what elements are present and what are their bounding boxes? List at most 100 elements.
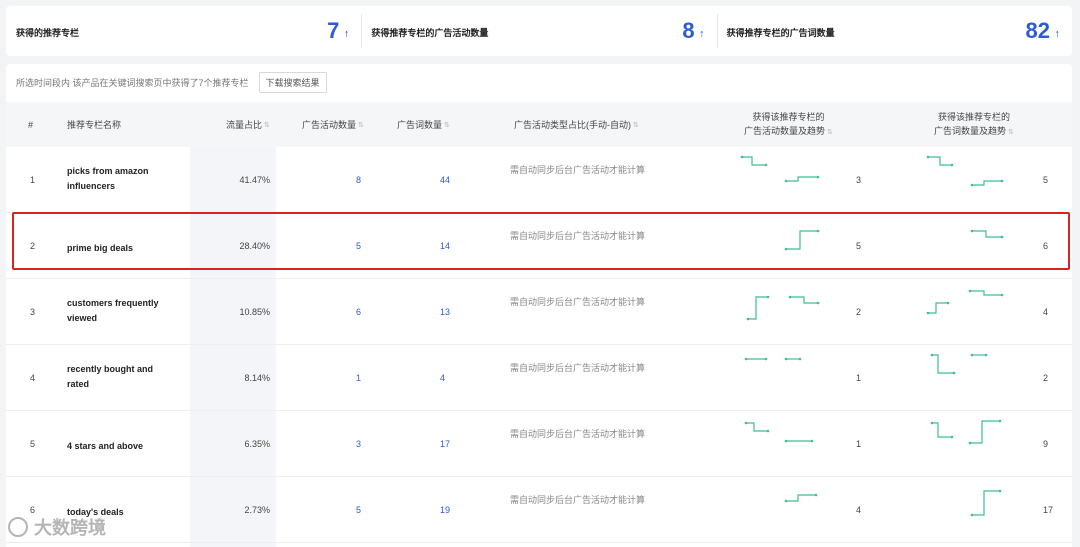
spark-point [784,499,788,503]
spark-point [950,435,954,439]
campaign-count-link[interactable]: 8 [356,175,361,185]
spark-line [786,494,816,502]
campaign-count-link[interactable]: 1 [356,373,361,383]
spark-point [816,301,820,305]
traffic-share: 10.85% [239,307,270,317]
spark-line [970,420,1000,444]
keyword-trend-sparkline [926,155,1004,187]
keyword-trend-sparkline [970,489,1002,517]
stat-value: 7 [327,18,340,43]
campaign-type-note: 需自动同步后台广告活动才能计算 [510,495,646,505]
keyword-trend-value: 9 [1043,439,1049,449]
table-row[interactable]: 5 4 stars and above 6.35% 3 17 需自动同步后台广告活动才能计… [6,411,1072,477]
logo-icon [8,517,28,537]
spark-point [930,421,934,425]
keyword-count-link[interactable]: 4 [440,373,445,383]
spark-line [790,296,818,304]
toolbar: 所选时间段内 该产品在关键词搜索页中获得了7个推荐专栏 下载搜索结果 [16,72,327,93]
watermark-text: 大数跨境 [34,518,106,538]
sort-icon[interactable]: ⇅ [358,121,364,129]
sort-icon[interactable]: ⇅ [1008,129,1014,136]
traffic-share: 2.73% [244,505,270,515]
spark-point [946,301,950,305]
stat-campaign-count: 获得推荐专栏的广告活动数量 8 ↑ [361,6,716,56]
spark-line [932,354,954,374]
keyword-trend-value: 2 [1043,373,1049,383]
campaign-trend-value: 1 [856,439,862,449]
spark-point [784,357,788,361]
spark-point [930,353,934,357]
column-name: picks from amazon influencers [67,166,149,191]
spark-point [784,439,788,443]
col-keywords[interactable]: 广告词数量 ⇅ [397,102,450,147]
campaign-type-note: 需自动同步后台广告活动才能计算 [510,297,646,307]
spark-line [742,156,766,166]
spark-point [814,493,818,497]
spark-point [810,439,814,443]
trend-up-icon: ↑ [343,28,350,40]
campaign-trend-value: 3 [856,175,862,185]
campaign-type-note: 需自动同步后台广告活动才能计算 [510,363,646,373]
stat-label: 获得推荐专栏的广告词数量 [726,28,835,38]
campaign-count-link[interactable]: 3 [356,439,361,449]
table-row[interactable]: 3 customers frequently viewed 10.85% 6 13 需自动… [6,279,1072,345]
result-summary: 所选时间段内 该产品在关键词搜索页中获得了7个推荐专栏 [16,78,249,88]
keyword-count-link[interactable]: 19 [440,505,450,515]
col-campaign-type[interactable]: 广告活动类型占比(手动-自动) ⇅ [514,102,639,147]
spark-point [816,175,820,179]
stat-value: 82 [1025,18,1050,43]
summary-stats: 获得的推荐专栏 7 ↑ 获得推荐专栏的广告活动数量 8 ↑ 获得推荐专栏的广告词… [6,6,1072,56]
spark-line [786,176,818,182]
col-campaign-trend[interactable]: 获得该推荐专栏的 广告活动数量及趋势 ⇅ [744,102,833,147]
spark-point [952,371,956,375]
row-index: 1 [30,175,36,185]
table-header: # 推荐专栏名称 流量占比 ⇅ 广告活动数量 ⇅ 广告词数量 ⇅ 广告活动类型占比(手… [6,102,1072,147]
keyword-count-link[interactable]: 17 [440,439,450,449]
stat-label: 获得推荐专栏的广告活动数量 [371,28,489,38]
keyword-trend-sparkline [926,289,1004,315]
keyword-count-link[interactable]: 44 [440,175,450,185]
col-index: # [28,119,34,130]
spark-line [970,290,1002,296]
sort-icon[interactable]: ⇅ [264,121,270,129]
col-campaigns[interactable]: 广告活动数量 ⇅ [302,102,364,147]
sort-icon[interactable]: ⇅ [633,121,639,129]
campaign-trend-value: 1 [856,373,862,383]
spark-point [950,163,954,167]
highlighted-row-frame [12,212,1070,270]
traffic-share: 41.47% [239,175,270,185]
spark-line [748,296,768,320]
keyword-trend-value: 17 [1043,505,1054,515]
column-name: 4 stars and above [67,441,144,451]
spark-point [766,429,770,433]
spark-point [798,357,802,361]
spark-point [744,421,748,425]
keyword-trend-value: 4 [1043,307,1049,317]
campaign-count-link[interactable]: 5 [356,505,361,515]
table-row[interactable]: 4 recently bought and rated 8.14% 1 4 需自动同步后台… [6,345,1072,411]
col-share[interactable]: 流量占比 ⇅ [226,102,270,147]
download-results-button[interactable]: 下载搜索结果 [258,72,327,93]
campaign-count-link[interactable]: 6 [356,307,361,317]
col-keyword-trend[interactable]: 获得该推荐专栏的 广告词数量及趋势 ⇅ [934,102,1014,147]
spark-line [746,422,768,432]
results-panel: 所选时间段内 该产品在关键词搜索页中获得了7个推荐专栏 下载搜索结果 # 推荐专… [6,64,1072,547]
spark-point [1000,179,1004,183]
stat-keyword-count: 获得推荐专栏的广告词数量 82 ↑ [716,6,1072,56]
keyword-count-link[interactable]: 13 [440,307,450,317]
spark-line [928,302,948,314]
spark-point [766,295,770,299]
campaign-type-note: 需自动同步后台广告活动才能计算 [510,165,646,175]
spark-point [968,289,972,293]
spark-point [970,513,974,517]
sort-icon[interactable]: ⇅ [444,121,450,129]
spark-point [764,163,768,167]
spark-point [984,353,988,357]
traffic-share: 8.14% [244,373,270,383]
spark-point [998,419,1002,423]
row-index: 4 [30,373,36,383]
table-row[interactable]: 6 today's deals 2.73% 5 19 需自动同步后台广告活动才能计算 4 17 [6,477,1072,543]
table-row[interactable]: 1 picks from amazon influencers 41.47% 8 44 需… [6,147,1072,213]
sort-icon[interactable]: ⇅ [827,129,833,136]
spark-line [928,156,952,166]
